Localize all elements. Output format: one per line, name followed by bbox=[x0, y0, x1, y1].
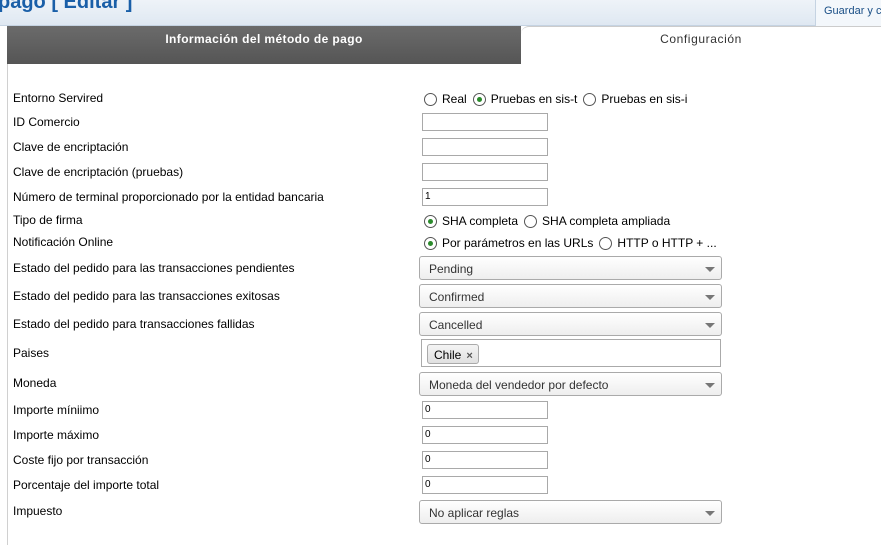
label-estado-pendientes: Estado del pedido para las transacciones… bbox=[13, 261, 295, 275]
label-tipo-firma: Tipo de firma bbox=[13, 213, 83, 227]
radio-checked-icon[interactable] bbox=[424, 236, 437, 250]
label-notificacion: Notificación Online bbox=[13, 235, 114, 249]
label-entorno: Entorno Servired bbox=[13, 91, 104, 105]
tab-payment-info[interactable]: Información del método de pago bbox=[7, 26, 521, 64]
estado-fallidas-select[interactable]: Cancelled bbox=[419, 312, 722, 336]
label-importe-max: Importe máximo bbox=[13, 428, 100, 442]
label-estado-fallidas: Estado del pedido para transacciones fal… bbox=[13, 317, 255, 331]
chevron-down-icon bbox=[705, 511, 715, 516]
importe-max-input[interactable]: 0 bbox=[422, 426, 548, 444]
estado-exitosas-select[interactable]: Confirmed bbox=[419, 284, 722, 308]
radio-icon[interactable] bbox=[524, 214, 538, 228]
label-paises: Paises bbox=[13, 346, 50, 360]
clave-input[interactable] bbox=[422, 138, 548, 156]
radio-icon[interactable] bbox=[583, 92, 597, 106]
terminal-input[interactable]: 1 bbox=[422, 188, 548, 206]
radio-option-http[interactable]: HTTP o HTTP + ... bbox=[599, 236, 717, 250]
label-clave-pruebas: Clave de encriptación (pruebas) bbox=[13, 165, 184, 179]
country-chip: Chile × bbox=[427, 344, 479, 364]
radio-option-real[interactable]: Real bbox=[424, 92, 467, 106]
page-title: pago [ Editar ] bbox=[0, 0, 133, 13]
tab-configuration[interactable]: Configuración bbox=[521, 26, 881, 64]
close-icon[interactable]: × bbox=[466, 350, 472, 362]
impuesto-select[interactable]: No aplicar reglas bbox=[419, 500, 722, 524]
radio-option-sha-ampliada[interactable]: SHA completa ampliada bbox=[524, 214, 670, 228]
label-estado-exitosas: Estado del pedido para las transacciones… bbox=[13, 289, 280, 303]
chevron-down-icon bbox=[705, 295, 715, 300]
radio-checked-icon[interactable] bbox=[472, 92, 486, 106]
coste-fijo-input[interactable]: 0 bbox=[422, 451, 548, 469]
clave-pruebas-input[interactable] bbox=[422, 163, 548, 181]
tab-bar: Información del método de pago Configura… bbox=[7, 26, 881, 64]
label-porcentaje: Porcentaje del importe total bbox=[13, 478, 160, 492]
radio-option-sis-t[interactable]: Pruebas en sis-t bbox=[472, 92, 577, 106]
radio-icon[interactable] bbox=[424, 92, 437, 106]
label-terminal: Número de terminal proporcionado por la … bbox=[13, 190, 324, 204]
radio-group-notificacion: Por parámetros en las URLs HTTP o HTTP +… bbox=[424, 236, 723, 250]
paises-multiselect[interactable]: Chile × bbox=[421, 339, 721, 367]
top-header: pago [ Editar ] Guardar y cerrar bbox=[0, 0, 881, 26]
label-clave: Clave de encriptación bbox=[13, 140, 129, 154]
chevron-down-icon bbox=[705, 383, 715, 388]
radio-option-sis-i[interactable]: Pruebas en sis-i bbox=[583, 92, 687, 106]
label-id-comercio: ID Comercio bbox=[13, 115, 80, 129]
radio-group-firma: SHA completa SHA completa ampliada bbox=[424, 214, 676, 228]
label-impuesto: Impuesto bbox=[13, 504, 63, 518]
radio-icon[interactable] bbox=[599, 236, 613, 250]
label-importe-min: Importe míniimo bbox=[13, 403, 100, 417]
save-and-close-button[interactable]: Guardar y cerrar bbox=[815, 0, 881, 26]
label-coste-fijo: Coste fijo por transacción bbox=[13, 453, 149, 467]
radio-group-entorno: Real Pruebas en sis-t Pruebas en sis-i bbox=[424, 92, 693, 106]
importe-min-input[interactable]: 0 bbox=[422, 401, 548, 419]
radio-option-url-params[interactable]: Por parámetros en las URLs bbox=[424, 236, 593, 250]
moneda-select[interactable]: Moneda del vendedor por defecto bbox=[419, 372, 722, 396]
estado-pendientes-select[interactable]: Pending bbox=[419, 256, 722, 280]
label-moneda: Moneda bbox=[13, 376, 57, 390]
chevron-down-icon bbox=[705, 323, 715, 328]
radio-checked-icon[interactable] bbox=[424, 214, 437, 228]
id-comercio-input[interactable] bbox=[422, 113, 548, 131]
radio-option-sha[interactable]: SHA completa bbox=[424, 214, 518, 228]
porcentaje-input[interactable]: 0 bbox=[422, 476, 548, 494]
chevron-down-icon bbox=[705, 267, 715, 272]
